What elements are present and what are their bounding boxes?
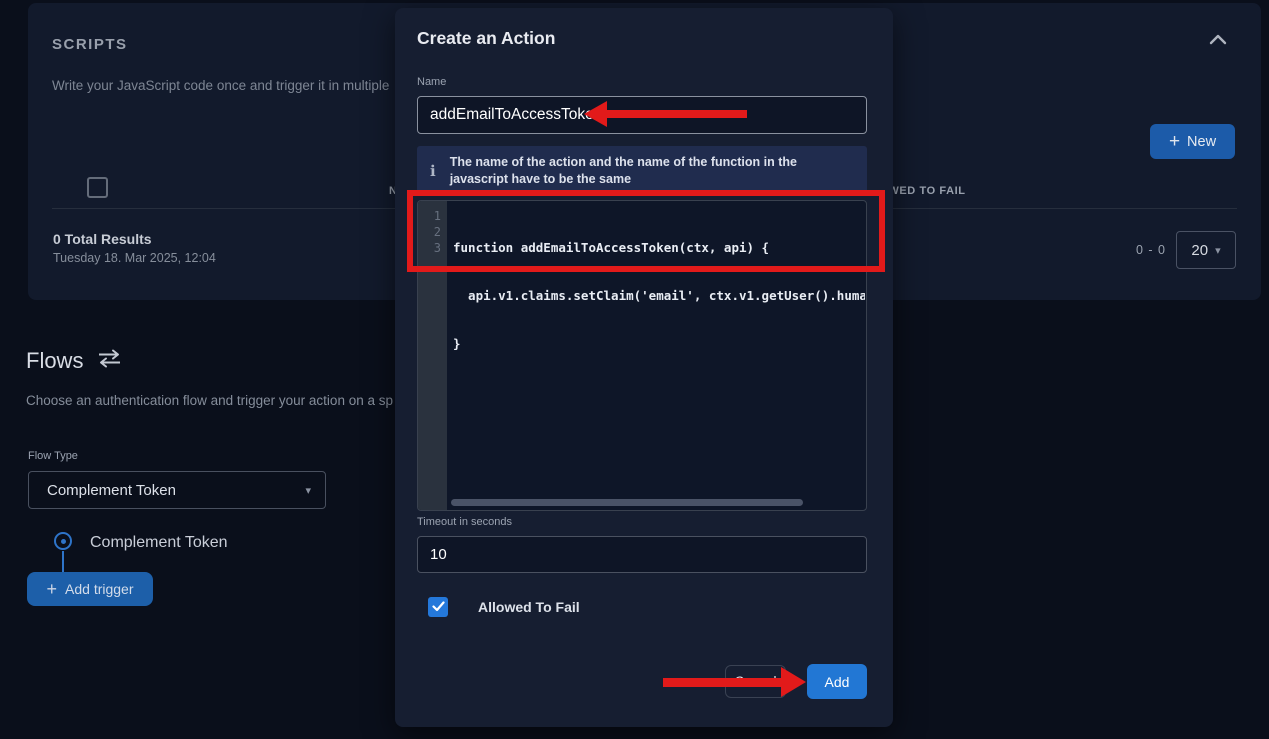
caret-down-icon: ▾ [305, 484, 311, 497]
code-line-numbers: 1 2 3 [418, 208, 441, 256]
info-banner-text: The name of the action and the name of t… [450, 154, 857, 188]
plus-icon: + [1169, 132, 1180, 151]
info-banner: ℹ The name of the action and the name of… [417, 146, 867, 195]
flows-description: Choose an authentication flow and trigge… [26, 393, 393, 408]
check-icon [432, 600, 445, 615]
code-line: function addEmailToAccessToken(ctx, api)… [453, 240, 865, 256]
code-content[interactable]: function addEmailToAccessToken(ctx, api)… [453, 208, 865, 384]
timeout-field-label: Timeout in seconds [417, 516, 512, 528]
flow-trigger-node-label: Complement Token [90, 534, 228, 552]
caret-down-icon: ▾ [1215, 244, 1221, 257]
add-button[interactable]: Add [807, 664, 867, 699]
page-size-value: 20 [1191, 242, 1208, 259]
total-results-label: 0 Total Results [53, 231, 152, 247]
horizontal-scrollbar[interactable] [451, 499, 803, 506]
collapse-chevron-up-icon[interactable] [1209, 33, 1229, 49]
plus-icon: + [47, 579, 58, 600]
name-field-label: Name [417, 76, 446, 88]
code-editor[interactable]: 1 2 3 function addEmailToAccessToken(ctx… [417, 200, 867, 511]
modal-title: Create an Action [417, 28, 555, 49]
flow-type-select[interactable]: Complement Token ▾ [28, 471, 326, 509]
swap-arrows-icon [97, 349, 122, 373]
cancel-button[interactable]: Cancel [725, 665, 786, 698]
allowed-to-fail-checkbox[interactable] [428, 597, 448, 617]
new-button-label: New [1187, 134, 1216, 150]
add-trigger-label: Add trigger [65, 581, 133, 597]
allowed-to-fail-label: Allowed To Fail [478, 599, 580, 615]
flow-timeline-connector [62, 551, 64, 572]
flow-type-value: Complement Token [47, 482, 305, 499]
add-trigger-button[interactable]: + Add trigger [27, 572, 153, 606]
flow-type-label: Flow Type [28, 450, 78, 462]
scripts-section-title: SCRIPTS [52, 36, 128, 53]
select-all-checkbox[interactable] [87, 177, 108, 198]
page-size-select[interactable]: 20 ▾ [1176, 231, 1236, 269]
pagination-range-label: 0 - 0 [1136, 243, 1166, 257]
new-action-button[interactable]: + New [1150, 124, 1235, 159]
code-line: api.v1.claims.setClaim('email', ctx.v1.g… [453, 288, 865, 304]
flow-timeline-node-icon [54, 532, 72, 550]
code-line: } [453, 336, 865, 352]
results-timestamp: Tuesday 18. Mar 2025, 12:04 [53, 251, 216, 265]
flows-section-title: Flows [26, 348, 83, 374]
action-name-input[interactable] [417, 96, 867, 134]
flows-header: Flows [26, 348, 122, 374]
scripts-description: Write your JavaScript code once and trig… [52, 78, 389, 93]
info-icon: ℹ [430, 162, 436, 180]
create-action-modal: Create an Action Name ℹ The name of the … [395, 8, 893, 727]
timeout-input[interactable] [417, 536, 867, 573]
